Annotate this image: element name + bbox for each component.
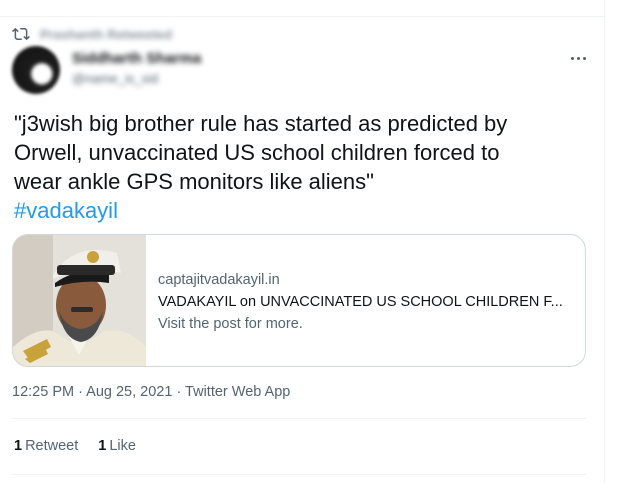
retweets-label: Retweet xyxy=(25,438,79,454)
engagement-stats: 1 Retweet 1 Like xyxy=(14,438,136,454)
tweet-line: Orwell, unvaccinated US school children … xyxy=(14,140,500,165)
more-icon[interactable] xyxy=(566,48,590,68)
card-body: captajitvadakayil.in VADAKAYIL on UNVACC… xyxy=(146,235,563,366)
avatar[interactable] xyxy=(12,46,60,94)
retweet-header: Prashanth Retweeted xyxy=(12,24,172,44)
author-block: Siddharth Sharma @name_is_sid xyxy=(72,50,201,86)
tweet-text: "j3wish big brother rule has started as … xyxy=(14,109,594,225)
tweet-timestamp[interactable]: 12:25 PM · Aug 25, 2021 · Twitter Web Ap… xyxy=(12,384,290,400)
retweets-stat[interactable]: 1 Retweet xyxy=(14,438,78,454)
retweeter-name[interactable]: Prashanth Retweeted xyxy=(40,27,172,42)
tweet-detail: Prashanth Retweeted Siddharth Sharma @na… xyxy=(0,0,620,483)
meta-divider xyxy=(12,418,586,419)
retweet-icon xyxy=(12,27,30,41)
card-title: VADAKAYIL on UNVACCINATED US SCHOOL CHIL… xyxy=(158,294,563,310)
tweet-line: "j3wish big brother rule has started as … xyxy=(14,111,508,136)
retweets-count: 1 xyxy=(14,438,23,454)
captain-portrait-image xyxy=(13,235,146,366)
card-domain: captajitvadakayil.in xyxy=(158,272,280,288)
card-thumbnail xyxy=(13,235,146,366)
column-divider xyxy=(604,0,605,483)
stats-divider xyxy=(12,474,586,475)
tweet-line: wear ankle GPS monitors like aliens" xyxy=(14,169,374,194)
author-name[interactable]: Siddharth Sharma xyxy=(72,50,201,67)
likes-label: Like xyxy=(109,438,136,454)
author-handle[interactable]: @name_is_sid xyxy=(72,71,201,86)
hashtag-link[interactable]: #vadakayil xyxy=(14,198,118,223)
top-divider xyxy=(0,16,604,17)
link-card[interactable]: captajitvadakayil.in VADAKAYIL on UNVACC… xyxy=(12,234,586,367)
likes-count: 1 xyxy=(98,438,107,454)
likes-stat[interactable]: 1 Like xyxy=(98,438,136,454)
card-description: Visit the post for more. xyxy=(158,316,303,332)
